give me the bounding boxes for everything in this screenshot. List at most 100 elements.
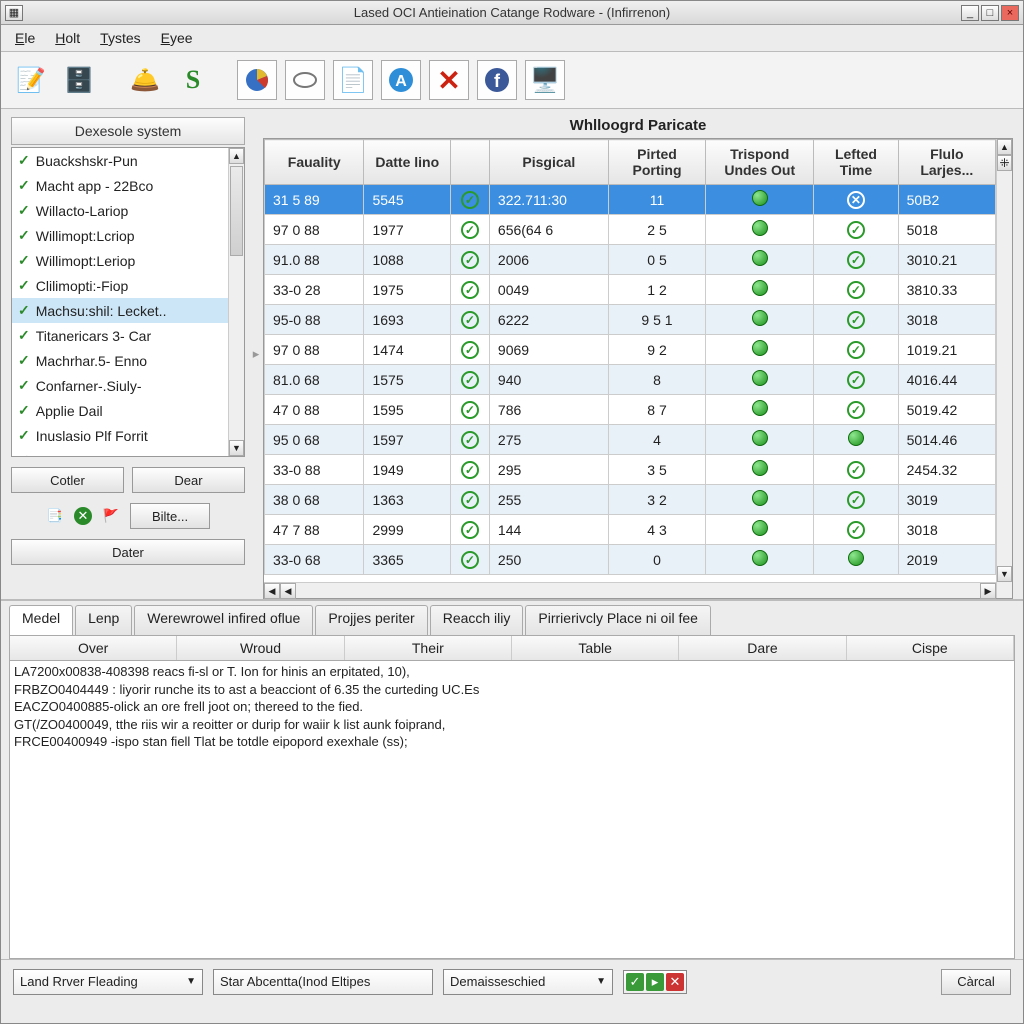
sidebar-item[interactable]: ✓Machrhar.5- Enno [12, 348, 228, 373]
dear-button[interactable]: Dear [132, 467, 245, 493]
status-dot-icon [752, 550, 768, 566]
column-header[interactable]: Lefted Time [814, 140, 898, 185]
table-row[interactable]: 33-0 881949✓2953 5✓2454.32 [265, 455, 996, 485]
toolbar-delete-icon[interactable]: ✕ [429, 60, 469, 100]
table-row[interactable]: 95-0 881693✓62229 5 1✓3018 [265, 305, 996, 335]
scroll-down-icon[interactable]: ▼ [229, 440, 244, 456]
sub-column-header[interactable]: Table [512, 636, 679, 660]
cotler-button[interactable]: Cotler [11, 467, 124, 493]
combo-1[interactable]: Land Rrver Fleading▼ [13, 969, 203, 995]
column-header[interactable] [450, 140, 489, 185]
table-row[interactable]: 95 0 681597✓27545014.46 [265, 425, 996, 455]
sidebar-item[interactable]: ✓Insated 1 Y Weaseu [12, 448, 228, 456]
maximize-button[interactable]: □ [981, 5, 999, 21]
scroll-right-icon[interactable]: ▶ [980, 583, 996, 599]
table-row[interactable]: 91.0 881088✓20060 5✓3010.21 [265, 245, 996, 275]
check-circle-icon: ✓ [461, 281, 479, 299]
play-icon[interactable]: ▸ [646, 973, 664, 991]
table-row[interactable]: 33-0 683365✓25002019 [265, 545, 996, 575]
tab[interactable]: Lenp [75, 605, 132, 635]
sidebar-item[interactable]: ✓Titanericars 3- Car [12, 323, 228, 348]
table-row[interactable]: 33-0 281975✓00491 2✓3810.33 [265, 275, 996, 305]
status-dot-icon [752, 370, 768, 386]
tab[interactable]: Reacch iliy [430, 605, 524, 635]
sub-column-header[interactable]: Dare [679, 636, 846, 660]
cancel-red-icon[interactable]: ✕ [666, 973, 684, 991]
tab[interactable]: Pirrierivcly Place ni oil fee [525, 605, 711, 635]
sidebar-item[interactable]: ✓Willimopt:Lcriop [12, 223, 228, 248]
scroll-down-icon[interactable]: ▼ [997, 566, 1012, 582]
scroll-up-icon[interactable]: ▲ [229, 148, 244, 164]
bilte-button[interactable]: Bilte... [130, 503, 210, 529]
menu-tystes[interactable]: Tystes [92, 28, 148, 48]
cancel-button[interactable]: Càrcal [941, 969, 1011, 995]
sidebar-item[interactable]: ✓Inuslasio Plf Forrit [12, 423, 228, 448]
table-row[interactable]: 47 0 881595✓7868 7✓5019.42 [265, 395, 996, 425]
menu-ele[interactable]: Ele [7, 28, 43, 48]
sidebar-scrollbar[interactable]: ▲ ▼ [228, 148, 244, 456]
menu-eyee[interactable]: Eyee [153, 28, 201, 48]
table-row[interactable]: 81.0 681575✓9408✓4016.44 [265, 365, 996, 395]
tab[interactable]: Werewrowel infired oflue [134, 605, 313, 635]
column-header[interactable]: Datte lino [364, 140, 451, 185]
log-line: LA7200x00838-408398 reacs fi-sl or T. Io… [14, 663, 1010, 681]
toolbar-monitor-icon[interactable]: 🖥️ [525, 60, 565, 100]
column-header[interactable]: Flulo Larjes... [898, 140, 995, 185]
toolbar-appstore-icon[interactable]: A [381, 60, 421, 100]
sidebar-item[interactable]: ✓Clilimopti:-Fiop [12, 273, 228, 298]
sidebar-item[interactable]: ✓Confarner-.Siuly- [12, 373, 228, 398]
sub-column-header[interactable]: Wroud [177, 636, 344, 660]
toolbar-piechart-icon[interactable] [237, 60, 277, 100]
sub-column-header[interactable]: Over [10, 636, 177, 660]
minimize-button[interactable]: _ [961, 5, 979, 21]
toolbar-doc-icon[interactable]: 📄 [333, 60, 373, 100]
combo-3[interactable]: Demaisseschied▼ [443, 969, 613, 995]
splitter[interactable]: ▸ [251, 109, 261, 599]
table-row[interactable]: 38 0 681363✓2553 2✓3019 [265, 485, 996, 515]
table-scrollbar-v[interactable]: ▲ ⁜ ▼ [996, 139, 1012, 598]
toolbar-bell-icon[interactable]: 🛎️ [125, 60, 165, 100]
toolbar-ring-icon[interactable] [285, 60, 325, 100]
sub-column-header[interactable]: Their [345, 636, 512, 660]
check-icon: ✓ [18, 427, 30, 444]
scroll-up-icon[interactable]: ▲ [997, 139, 1012, 155]
column-header[interactable]: Fauality [265, 140, 364, 185]
table-row[interactable]: 97 0 881474✓90699 2✓1019.21 [265, 335, 996, 365]
dater-button[interactable]: Dater [11, 539, 245, 565]
remove-icon[interactable]: ✕ [74, 507, 92, 525]
data-table[interactable]: FaualityDatte lino PisgicalPirted Porting… [264, 139, 996, 575]
sidebar-item[interactable]: ✓Willacto-Lariop [12, 198, 228, 223]
column-header[interactable]: Pirted Porting [608, 140, 705, 185]
combo-2[interactable]: Star Abcentta(Inod Eltipes [213, 969, 433, 995]
menu-holt[interactable]: Holt [47, 28, 88, 48]
flag-icon[interactable]: 🚩 [102, 507, 120, 525]
close-button[interactable]: × [1001, 5, 1019, 21]
copy-icon[interactable]: 📑 [46, 507, 64, 525]
sidebar-item[interactable]: ✓Macht app - 22Bco [12, 173, 228, 198]
scroll-left-icon[interactable]: ◀ [264, 583, 280, 599]
table-cell: 97 0 88 [265, 335, 364, 365]
sidebar-list[interactable]: ✓Buackshskr-Pun✓Macht app - 22Bco✓Willac… [11, 147, 245, 457]
scroll-left2-icon[interactable]: ◀ [280, 583, 296, 599]
scroll-thumb[interactable] [230, 166, 243, 256]
sidebar-item[interactable]: ✓Applie Dail [12, 398, 228, 423]
sub-column-header[interactable]: Cispe [847, 636, 1014, 660]
toolbar-edit-icon[interactable]: 📝 [11, 60, 51, 100]
sidebar-item[interactable]: ✓Machsu:shil: Lecket.. [12, 298, 228, 323]
toolbar-facebook-icon[interactable]: f [477, 60, 517, 100]
tab[interactable]: Medel [9, 605, 73, 635]
sidebar-item[interactable]: ✓Buackshskr-Pun [12, 148, 228, 173]
status-dot-icon [752, 190, 768, 206]
check-green-icon[interactable]: ✓ [626, 973, 644, 991]
toolbar-disk-icon[interactable]: 🗄️ [59, 60, 99, 100]
sidebar-item[interactable]: ✓Willimopt:Leriop [12, 248, 228, 273]
column-header[interactable]: Pisgical [489, 140, 608, 185]
table-scrollbar-h[interactable]: ◀ ◀ ▶ [264, 582, 996, 598]
tab[interactable]: Projjes periter [315, 605, 427, 635]
table-row[interactable]: 31 5 895545✓322.711:3011✕50B2 [265, 185, 996, 215]
table-row[interactable]: 97 0 881977✓656(64 62 5✓5018 [265, 215, 996, 245]
table-row[interactable]: 47 7 882999✓1444 3✓3018 [265, 515, 996, 545]
toolbar-s-icon[interactable]: S [173, 60, 213, 100]
options-icon[interactable]: ⁜ [997, 155, 1012, 171]
column-header[interactable]: Trispond Undes Out [706, 140, 814, 185]
